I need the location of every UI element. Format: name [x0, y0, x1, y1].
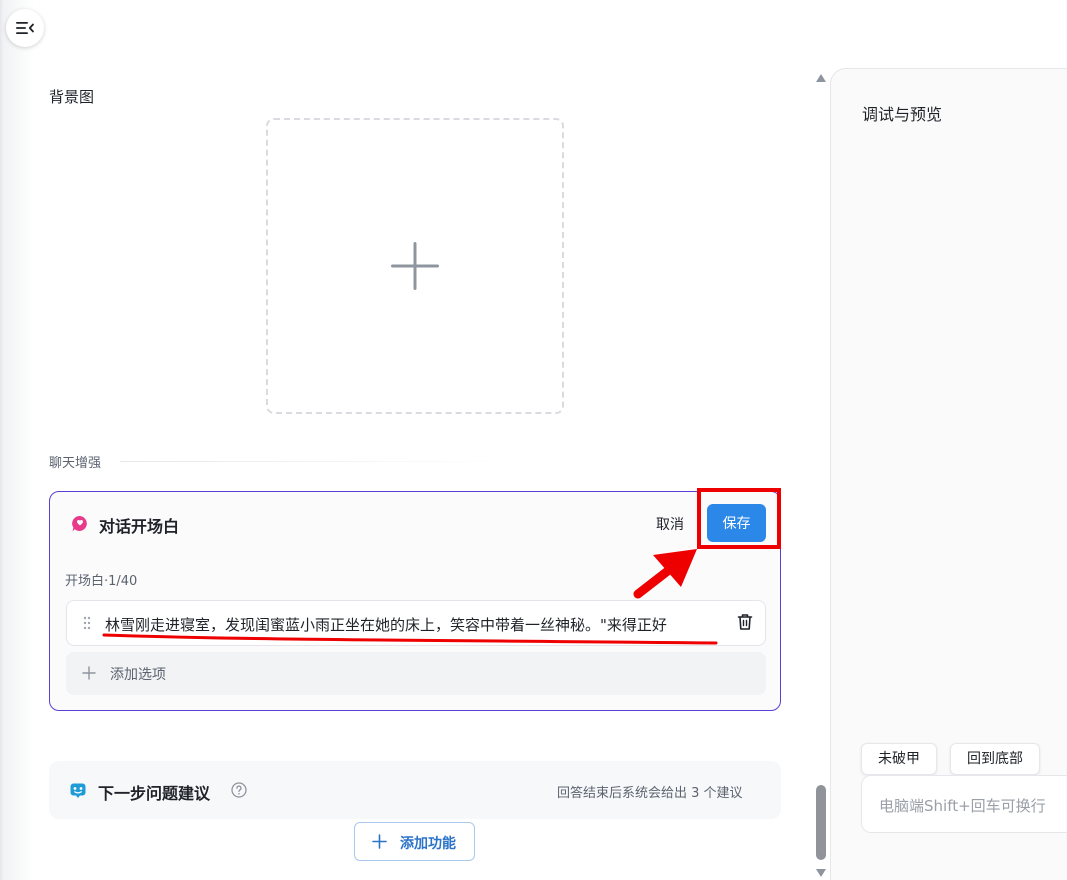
plus-icon — [82, 666, 96, 680]
chat-input[interactable]: 电脑端Shift+回车可换行 — [861, 775, 1067, 833]
opener-title: 对话开场白 — [99, 517, 180, 536]
chat-bubble-icon — [72, 515, 87, 532]
scroll-down-arrow-icon[interactable] — [815, 868, 827, 878]
next-suggestions-description: 回答结束后系统会给出 3 个建议 — [557, 786, 743, 801]
opener-text-input[interactable]: 林雪刚走进寝室，发现闺蜜蓝小雨正坐在她的床上，笑容中带着一丝神秘。"来得正好 — [105, 614, 731, 635]
cancel-button[interactable]: 取消 — [656, 514, 684, 534]
plus-icon — [372, 834, 387, 849]
group-divider — [120, 461, 510, 462]
chip-back-to-bottom[interactable]: 回到底部 — [950, 743, 1040, 775]
add-feature-button[interactable]: 添加功能 — [354, 822, 475, 861]
trash-icon[interactable] — [737, 613, 753, 631]
debug-preview-title: 调试与预览 — [862, 105, 943, 124]
plus-icon — [391, 242, 439, 290]
add-option-button[interactable]: 添加选项 — [66, 652, 766, 695]
save-highlight-box — [697, 488, 781, 549]
add-feature-label: 添加功能 — [400, 836, 456, 852]
opener-card: 对话开场白 取消 保存 开场白·1/40 林雪刚走进寝室，发现闺蜜蓝小雨正坐在她… — [49, 491, 781, 711]
next-suggestions-card: 下一步问题建议 回答结束后系统会给出 3 个建议 — [49, 761, 781, 819]
chat-enhance-label: 聊天增强 — [49, 456, 102, 471]
question-circle-icon[interactable] — [231, 782, 247, 798]
robot-face-icon — [70, 783, 86, 798]
drag-handle-icon[interactable] — [83, 616, 91, 630]
chat-input-placeholder: 电脑端Shift+回车可换行 — [879, 797, 1046, 815]
scroll-up-arrow-icon[interactable] — [815, 73, 827, 83]
opener-count: 开场白·1/40 — [65, 574, 138, 589]
background-image-upload[interactable] — [266, 118, 564, 414]
scrollbar-thumb[interactable] — [816, 785, 826, 860]
menu-collapse-icon — [16, 22, 34, 34]
opener-item[interactable]: 林雪刚走进寝室，发现闺蜜蓝小雨正坐在她的床上，笑容中带着一丝神秘。"来得正好 — [66, 600, 766, 646]
background-image-label: 背景图 — [49, 88, 95, 106]
menu-toggle-button[interactable] — [6, 9, 44, 47]
left-shade — [4, 0, 34, 880]
next-suggestions-title: 下一步问题建议 — [98, 784, 211, 803]
chip-unbroken-armor[interactable]: 未破甲 — [861, 743, 937, 775]
add-option-label: 添加选项 — [110, 667, 166, 683]
debug-preview-panel: 调试与预览 未破甲 回到底部 电脑端Shift+回车可换行 — [830, 68, 1067, 880]
